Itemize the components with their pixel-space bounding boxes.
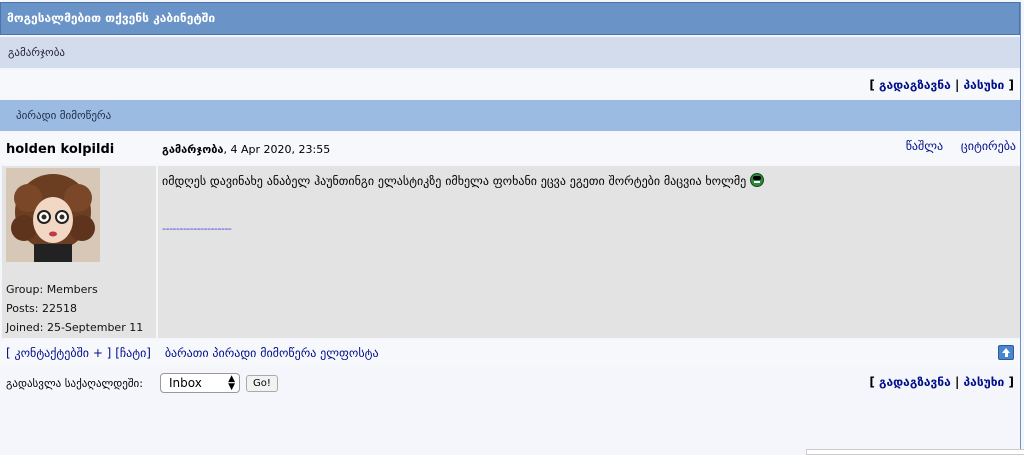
user-group: Group: Members [6,283,98,296]
select-arrows-icon: ▲ ▼ [228,374,235,392]
post-footer-links: [ კონტაქტებში + ] [ჩატი] ბარათი პირადი მ… [6,346,379,360]
add-contact-link[interactable]: [ კონტაქტებში + ] [6,346,111,360]
right-border [1020,2,1021,453]
bottom-action-links: [ გადაგზავნა | პასუხი ] [869,375,1014,389]
post-message-text: იმდღეს დავინახე ანაბელ ჰაუნთინგი ელასტიკ… [162,174,747,188]
post-meta: გამარჯობა, 4 Apr 2020, 23:55 [162,143,330,156]
post-header: holden kolpildi გამარჯობა, 4 Apr 2020, 2… [0,133,1020,164]
post-message: იმდღეს დავინახე ანაბელ ჰაუნთინგი ელასტიკ… [162,173,765,188]
greeting-title: გამარჯობა [8,46,65,59]
greeting-bar: გამარჯობა [0,37,1020,68]
reply-link-bottom[interactable]: პასუხი [964,375,1005,389]
top-action-links: [ გადაგზავნა | პასუხი ] [869,78,1014,92]
folder-jump-label: გადასვლა საქაღალდეში: [6,377,143,390]
folder-select-value: Inbox [169,376,202,390]
user-joined: Joined: 25-September 11 [6,321,144,334]
smiley-icon [750,173,765,187]
top-action-row: [ გადაგზავნა | პასუხი ] [0,70,1020,100]
user-posts: Posts: 22518 [6,302,77,315]
post-author[interactable]: holden kolpildi [6,142,114,157]
post-footer: [ კონტაქტებში + ] [ჩატი] ბარათი პირადი მ… [0,340,1020,367]
pm-section-header: პირადი მიმოწერა [0,100,1020,131]
post-subject: გამარჯობა [162,143,224,156]
avatar-image [6,168,100,262]
folder-jump-row: გადასვლა საქაღალდეში: Inbox ▲ ▼ Go! [ გად… [0,368,1020,398]
chat-link[interactable]: [ჩატი] [115,346,151,360]
bottom-tab [806,449,1024,455]
page-title: მოგესალმებით თქვენს კაბინეტში [7,11,216,25]
folder-select[interactable]: Inbox ▲ ▼ [160,373,240,393]
scroll-to-top-icon[interactable] [998,345,1014,360]
forward-link-bottom[interactable]: გადაგზავნა [879,375,951,389]
reply-link[interactable]: პასუხი [964,78,1005,92]
page-title-bar: მოგესალმებით თქვენს კაბინეტში [0,2,1020,35]
forward-link[interactable]: გადაგზავნა [879,78,951,92]
go-button[interactable]: Go! [246,375,278,392]
author-panel: Group: Members Posts: 22518 Joined: 25-S… [2,166,156,338]
pm-section-title: პირადი მიმოწერა [16,109,112,122]
avatar[interactable] [6,168,100,262]
post-body: იმდღეს დავინახე ანაბელ ჰაუნთინგი ელასტიკ… [158,166,1020,338]
post-signature: -------------------- [162,222,232,235]
post-actions: წაშლა ციტირება [892,139,1016,153]
delete-link[interactable]: წაშლა [906,139,943,153]
post-date: , 4 Apr 2020, 23:55 [223,143,331,156]
quote-link[interactable]: ციტირება [961,139,1016,153]
all-messages-link[interactable]: ბარათი პირადი მიმოწერა ელფოსტა [165,346,379,360]
